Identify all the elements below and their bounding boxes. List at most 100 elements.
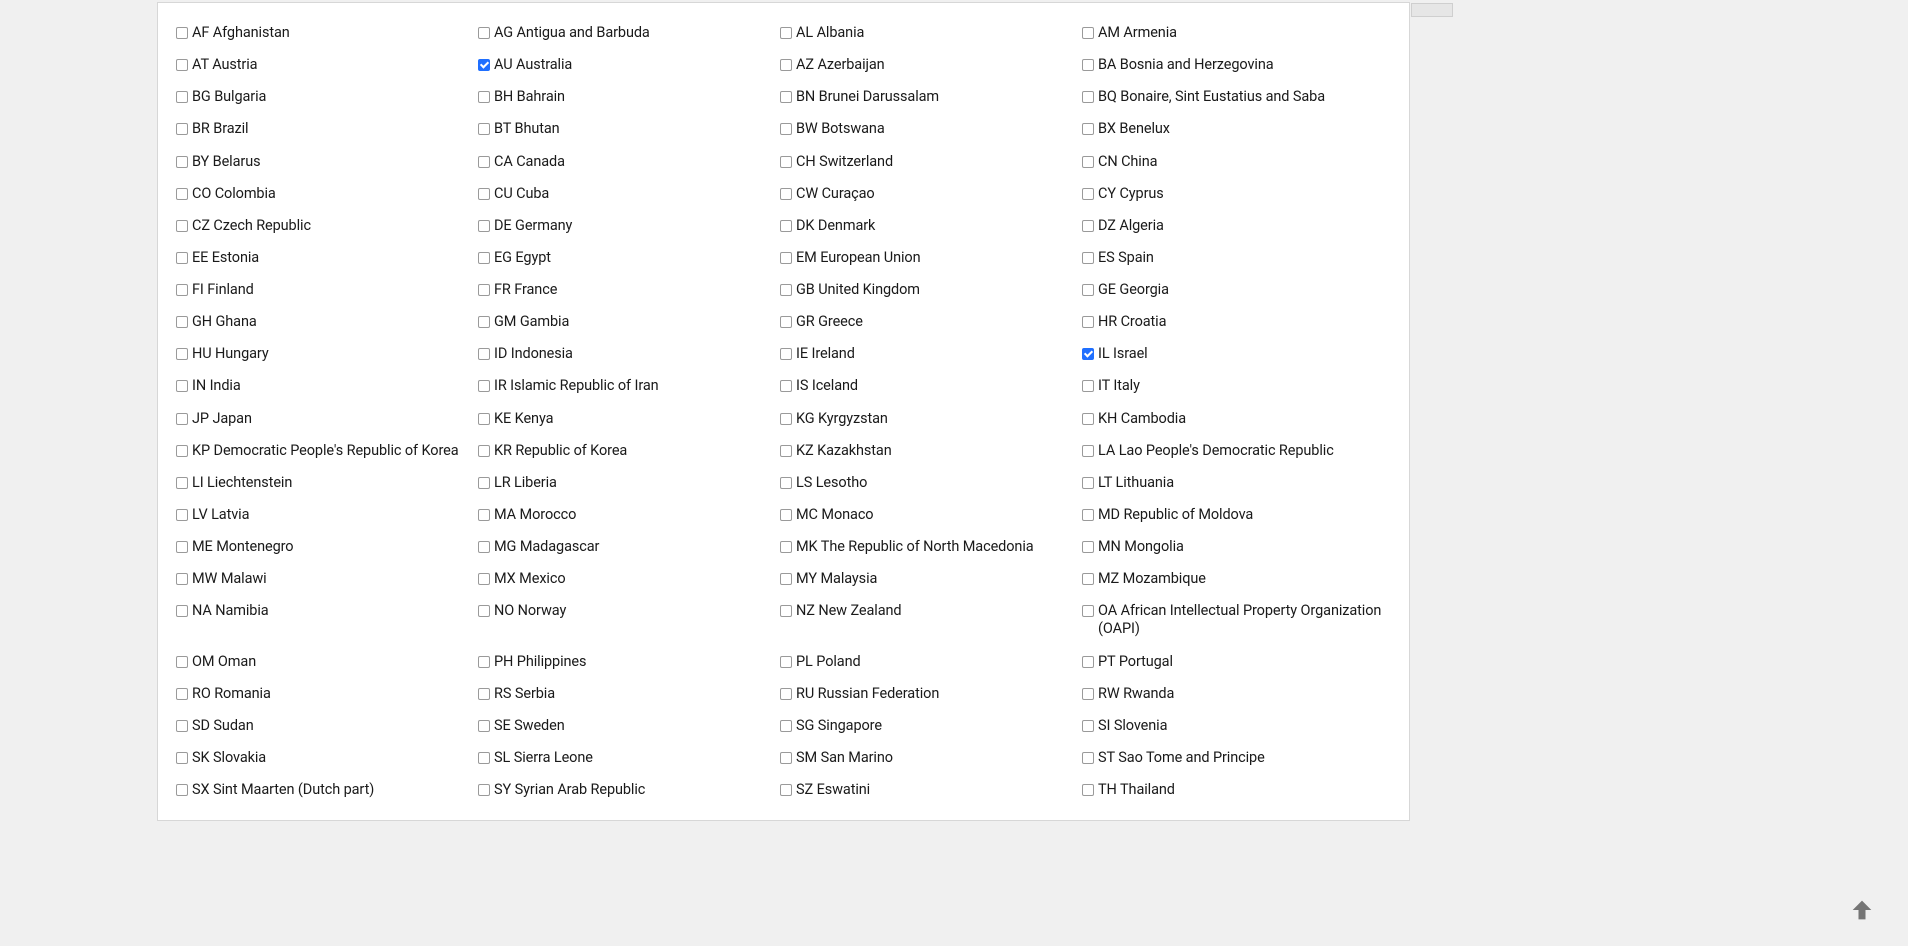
country-checkbox[interactable]: [478, 380, 490, 392]
country-checkbox[interactable]: [1082, 156, 1094, 168]
country-label[interactable]: LS Lesotho: [796, 474, 867, 492]
country-label[interactable]: LV Latvia: [192, 506, 249, 524]
country-option[interactable]: IE Ireland: [780, 338, 1082, 370]
country-option[interactable]: RU Russian Federation: [780, 678, 1082, 710]
country-option[interactable]: BW Botswana: [780, 113, 1082, 145]
country-checkbox[interactable]: [478, 316, 490, 328]
country-label[interactable]: GE Georgia: [1098, 281, 1169, 299]
country-checkbox[interactable]: [176, 573, 188, 585]
country-checkbox[interactable]: [176, 252, 188, 264]
country-option[interactable]: LR Liberia: [478, 467, 780, 499]
country-checkbox[interactable]: [780, 156, 792, 168]
country-checkbox[interactable]: [780, 509, 792, 521]
country-option[interactable]: IT Italy: [1082, 370, 1384, 402]
country-checkbox[interactable]: [780, 688, 792, 700]
country-label[interactable]: ID Indonesia: [494, 345, 573, 363]
country-label[interactable]: PH Philippines: [494, 653, 586, 671]
country-checkbox[interactable]: [478, 720, 490, 732]
country-checkbox[interactable]: [478, 541, 490, 553]
country-label[interactable]: BX Benelux: [1098, 120, 1170, 138]
country-label[interactable]: BW Botswana: [796, 120, 885, 138]
country-checkbox[interactable]: [176, 380, 188, 392]
country-checkbox[interactable]: [176, 220, 188, 232]
country-option[interactable]: MY Malaysia: [780, 563, 1082, 595]
country-label[interactable]: MY Malaysia: [796, 570, 877, 588]
country-option[interactable]: IR Islamic Republic of Iran: [478, 370, 780, 402]
country-checkbox[interactable]: [1082, 445, 1094, 457]
country-label[interactable]: JP Japan: [192, 410, 252, 428]
country-checkbox[interactable]: [176, 720, 188, 732]
country-option[interactable]: NO Norway: [478, 595, 780, 645]
country-label[interactable]: OA African Intellectual Property Organiz…: [1098, 602, 1384, 638]
country-option[interactable]: BH Bahrain: [478, 81, 780, 113]
country-label[interactable]: AT Austria: [192, 56, 257, 74]
country-checkbox[interactable]: [478, 284, 490, 296]
country-checkbox[interactable]: [780, 656, 792, 668]
country-option[interactable]: SD Sudan: [176, 710, 478, 742]
country-option[interactable]: PH Philippines: [478, 646, 780, 678]
country-option[interactable]: SX Sint Maarten (Dutch part): [176, 774, 478, 806]
country-option[interactable]: MG Madagascar: [478, 531, 780, 563]
country-checkbox[interactable]: [780, 188, 792, 200]
country-checkbox[interactable]: [780, 91, 792, 103]
country-checkbox[interactable]: [176, 413, 188, 425]
country-checkbox[interactable]: [1082, 348, 1094, 360]
country-label[interactable]: BG Bulgaria: [192, 88, 266, 106]
country-checkbox[interactable]: [478, 413, 490, 425]
country-checkbox[interactable]: [780, 720, 792, 732]
country-checkbox[interactable]: [1082, 752, 1094, 764]
country-label[interactable]: DE Germany: [494, 217, 572, 235]
country-checkbox[interactable]: [1082, 656, 1094, 668]
country-label[interactable]: SG Singapore: [796, 717, 882, 735]
country-option[interactable]: BQ Bonaire, Sint Eustatius and Saba: [1082, 81, 1384, 113]
country-option[interactable]: KZ Kazakhstan: [780, 435, 1082, 467]
country-checkbox[interactable]: [176, 316, 188, 328]
country-checkbox[interactable]: [780, 252, 792, 264]
country-checkbox[interactable]: [780, 445, 792, 457]
country-option[interactable]: ME Montenegro: [176, 531, 478, 563]
country-checkbox[interactable]: [176, 656, 188, 668]
country-label[interactable]: IR Islamic Republic of Iran: [494, 377, 659, 395]
country-option[interactable]: LT Lithuania: [1082, 467, 1384, 499]
country-label[interactable]: SY Syrian Arab Republic: [494, 781, 645, 799]
country-label[interactable]: CH Switzerland: [796, 153, 893, 171]
country-checkbox[interactable]: [176, 541, 188, 553]
country-checkbox[interactable]: [1082, 509, 1094, 521]
country-label[interactable]: MW Malawi: [192, 570, 267, 588]
country-label[interactable]: IS Iceland: [796, 377, 858, 395]
country-label[interactable]: MG Madagascar: [494, 538, 599, 556]
country-checkbox[interactable]: [780, 380, 792, 392]
country-checkbox[interactable]: [1082, 59, 1094, 71]
country-option[interactable]: HU Hungary: [176, 338, 478, 370]
country-checkbox[interactable]: [1082, 541, 1094, 553]
country-option[interactable]: MN Mongolia: [1082, 531, 1384, 563]
country-label[interactable]: KE Kenya: [494, 410, 553, 428]
country-option[interactable]: CU Cuba: [478, 178, 780, 210]
country-option[interactable]: SZ Eswatini: [780, 774, 1082, 806]
country-checkbox[interactable]: [780, 316, 792, 328]
country-label[interactable]: CZ Czech Republic: [192, 217, 311, 235]
country-option[interactable]: GH Ghana: [176, 306, 478, 338]
country-option[interactable]: GB United Kingdom: [780, 274, 1082, 306]
country-label[interactable]: IT Italy: [1098, 377, 1140, 395]
country-label[interactable]: MZ Mozambique: [1098, 570, 1206, 588]
country-checkbox[interactable]: [1082, 27, 1094, 39]
country-label[interactable]: EE Estonia: [192, 249, 259, 267]
country-label[interactable]: SM San Marino: [796, 749, 893, 767]
country-option[interactable]: CH Switzerland: [780, 146, 1082, 178]
scroll-to-top-button[interactable]: [1848, 896, 1880, 928]
country-option[interactable]: KR Republic of Korea: [478, 435, 780, 467]
country-label[interactable]: BY Belarus: [192, 153, 260, 171]
country-label[interactable]: MN Mongolia: [1098, 538, 1184, 556]
country-option[interactable]: CY Cyprus: [1082, 178, 1384, 210]
country-option[interactable]: EE Estonia: [176, 242, 478, 274]
country-label[interactable]: CY Cyprus: [1098, 185, 1164, 203]
country-option[interactable]: LV Latvia: [176, 499, 478, 531]
country-option[interactable]: TH Thailand: [1082, 774, 1384, 806]
country-checkbox[interactable]: [1082, 91, 1094, 103]
country-checkbox[interactable]: [478, 91, 490, 103]
country-checkbox[interactable]: [1082, 220, 1094, 232]
country-checkbox[interactable]: [176, 59, 188, 71]
country-checkbox[interactable]: [176, 509, 188, 521]
country-option[interactable]: AT Austria: [176, 49, 478, 81]
